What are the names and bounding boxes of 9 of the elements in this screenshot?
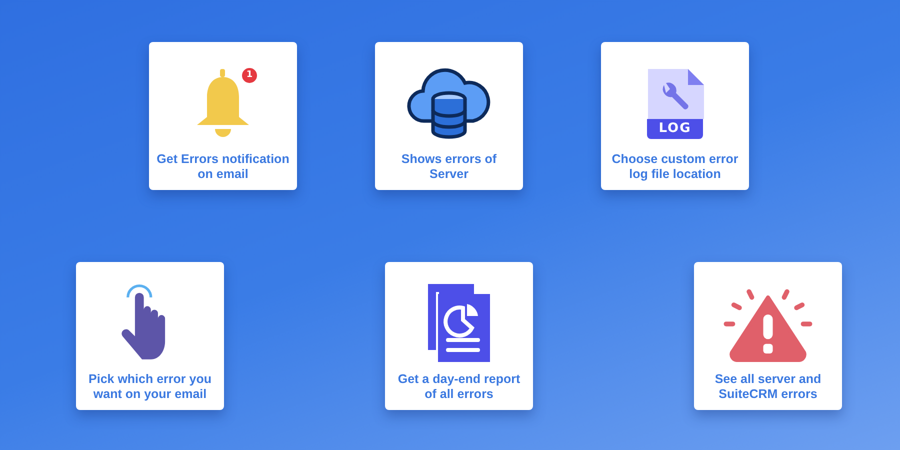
report-icon <box>426 282 492 364</box>
notification-badge: 1 <box>240 66 259 85</box>
feature-label: See all server and SuiteCRM errors <box>714 372 822 402</box>
feature-label: Get a day-end report of all errors <box>396 372 522 402</box>
feature-label: Get Errors notification on email <box>156 152 290 182</box>
file-label: LOG <box>647 119 703 139</box>
feature-label: Choose custom error log file location <box>610 152 740 182</box>
feature-label: Shows errors of Server <box>400 152 498 182</box>
feature-label: Pick which error you want on your email <box>88 372 212 402</box>
